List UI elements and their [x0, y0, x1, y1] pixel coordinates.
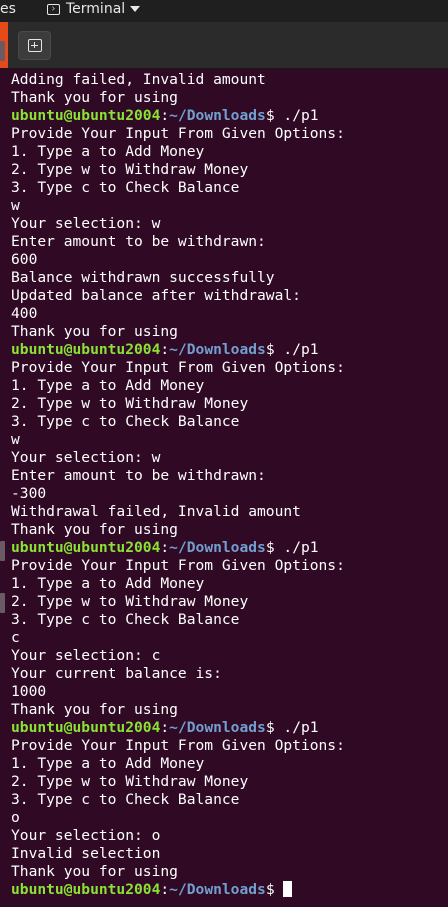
prompt-dollar: $ — [265, 881, 275, 898]
top-bar: es Terminal — [0, 0, 448, 22]
output-line: Thank you for using — [11, 521, 178, 538]
output-line: Balance withdrawn successfully — [11, 269, 275, 286]
prompt-dollar: $ — [265, 107, 275, 124]
output-line: 3. Type c to Check Balance — [11, 791, 240, 808]
output-line: o — [11, 809, 20, 826]
output-line: 2. Type w to Withdraw Money — [11, 161, 249, 178]
output-line: 3. Type c to Check Balance — [11, 611, 240, 628]
text-cursor — [283, 881, 293, 897]
chevron-down-icon — [130, 6, 141, 12]
output-line: 3. Type c to Check Balance — [11, 179, 240, 196]
prompt-user-host: ubuntu@ubuntu2004 — [11, 719, 161, 736]
output-line: 2. Type w to Withdraw Money — [11, 593, 249, 610]
scroll-markers — [0, 41, 6, 907]
output-line: Invalid selection — [11, 845, 161, 862]
terminal-header-bar — [0, 22, 448, 69]
prompt-line: ubuntu@ubuntu2004:~/Downloads$ ./p1 — [11, 539, 448, 557]
output-line: 1. Type a to Add Money — [11, 377, 205, 394]
output-line: Your selection: w — [11, 449, 161, 466]
output-line: w — [11, 197, 20, 214]
prompt-dollar: $ — [265, 539, 275, 556]
output-line: 3. Type c to Check Balance — [11, 413, 240, 430]
output-line: Your selection: o — [11, 827, 161, 844]
prompt-command: ./p1 — [274, 719, 319, 736]
output-line: Your selection: c — [11, 647, 161, 664]
prompt-path: ~/Downloads — [169, 341, 266, 358]
prompt-user-host: ubuntu@ubuntu2004 — [11, 539, 161, 556]
output-line: w — [11, 431, 20, 448]
output-line: c — [11, 629, 20, 646]
output-line: Adding failed, Invalid amount — [11, 71, 266, 88]
terminal-output[interactable]: Adding failed, Invalid amount Thank you f… — [11, 71, 448, 907]
prompt-line: ubuntu@ubuntu2004:~/Downloads$ ./p1 — [11, 719, 448, 737]
prompt-path: ~/Downloads — [169, 539, 266, 556]
prompt-command: ./p1 — [274, 539, 319, 556]
output-line: 2. Type w to Withdraw Money — [11, 395, 249, 412]
prompt-dollar: $ — [265, 341, 275, 358]
output-line: Your current balance is: — [11, 665, 222, 682]
output-line: Provide Your Input From Given Options: — [11, 125, 345, 142]
prompt-path: ~/Downloads — [169, 881, 266, 898]
prompt-line: ubuntu@ubuntu2004:~/Downloads$ ./p1 — [11, 107, 448, 125]
output-line: Your selection: w — [11, 215, 161, 232]
prompt-user-host: ubuntu@ubuntu2004 — [11, 881, 161, 898]
output-line: 1. Type a to Add Money — [11, 575, 205, 592]
output-line: 2. Type w to Withdraw Money — [11, 773, 249, 790]
output-line: Provide Your Input From Given Options: — [11, 737, 345, 754]
prompt-colon: : — [160, 881, 170, 898]
output-line: Withdrawal failed, Invalid amount — [11, 503, 301, 520]
output-line: Enter amount to be withdrawn: — [11, 467, 266, 484]
app-menu[interactable]: Terminal — [47, 1, 141, 17]
output-line: Thank you for using — [11, 701, 178, 718]
output-line: 1. Type a to Add Money — [11, 755, 205, 772]
prompt-user-host: ubuntu@ubuntu2004 — [11, 341, 161, 358]
output-line: Enter amount to be withdrawn: — [11, 233, 266, 250]
prompt-colon: : — [160, 539, 170, 556]
terminal-icon — [47, 3, 60, 15]
output-line: 1000 — [11, 683, 47, 700]
output-line: Thank you for using — [11, 89, 178, 106]
output-line: Thank you for using — [11, 323, 178, 340]
app-menu-label: Terminal — [66, 1, 126, 17]
output-line: 600 — [11, 251, 38, 268]
output-line: 400 — [11, 305, 38, 322]
prompt-line: ubuntu@ubuntu2004:~/Downloads$ ./p1 — [11, 341, 448, 359]
prompt-command: ./p1 — [274, 107, 319, 124]
prompt-colon: : — [160, 107, 170, 124]
output-line: Thank you for using — [11, 863, 178, 880]
prompt-colon: : — [160, 719, 170, 736]
output-line: -300 — [11, 485, 47, 502]
prompt-command — [275, 881, 284, 898]
prompt-path: ~/Downloads — [169, 107, 266, 124]
prompt-command: ./p1 — [274, 341, 319, 358]
prompt-path: ~/Downloads — [169, 719, 266, 736]
output-line: Updated balance after withdrawal: — [11, 287, 301, 304]
new-tab-button[interactable] — [18, 31, 51, 60]
new-tab-icon — [28, 39, 42, 52]
prompt-user-host: ubuntu@ubuntu2004 — [11, 107, 161, 124]
prompt-dollar: $ — [265, 719, 275, 736]
prompt-colon: : — [160, 341, 170, 358]
output-line: Provide Your Input From Given Options: — [11, 557, 345, 574]
prompt-line: ubuntu@ubuntu2004:~/Downloads$ — [11, 881, 448, 899]
previous-app-label[interactable]: es — [0, 1, 16, 17]
output-line: 1. Type a to Add Money — [11, 143, 205, 160]
output-line: Provide Your Input From Given Options: — [11, 359, 345, 376]
